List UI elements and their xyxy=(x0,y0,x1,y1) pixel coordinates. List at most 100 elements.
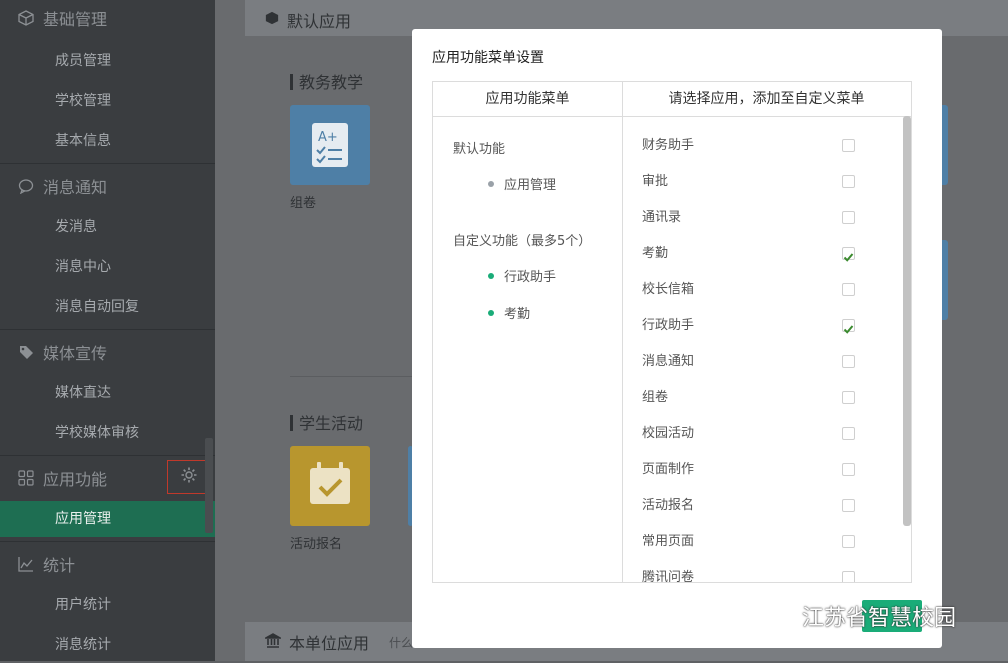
sidebar-item-user-stats[interactable]: 用户统计 xyxy=(0,587,215,623)
sidebar-divider xyxy=(0,329,215,330)
app-option-label: 页面制作 xyxy=(642,462,695,477)
calendar-check-icon xyxy=(290,462,370,530)
sidebar-group-label: 应用功能 xyxy=(43,470,108,489)
app-option-row[interactable]: 腾讯问卷 xyxy=(622,560,911,582)
menu-column: 应用功能菜单 默认功能 应用管理 自定义功能（最多5个） 行政助手 考勤 xyxy=(433,82,623,582)
sidebar: 基础管理 成员管理 学校管理 基本信息 消息通知 发消息 消息中心 消息自动回复… xyxy=(0,0,215,661)
app-option-checkbox[interactable] xyxy=(842,283,855,296)
svg-text:A+: A+ xyxy=(318,130,338,145)
app-option-label: 通讯录 xyxy=(642,210,682,225)
app-option-checkbox[interactable] xyxy=(842,571,855,582)
sidebar-scrollbar[interactable] xyxy=(205,438,213,533)
gear-icon xyxy=(180,466,198,488)
app-option-label: 组卷 xyxy=(642,390,669,405)
sidebar-item-media-review[interactable]: 学校媒体审核 xyxy=(0,415,215,451)
app-option-checkbox[interactable] xyxy=(842,427,855,440)
app-option-checkbox[interactable] xyxy=(842,319,855,334)
tile-exam-label: 组卷 xyxy=(290,196,317,211)
sidebar-divider xyxy=(0,541,215,542)
grid-icon xyxy=(18,470,34,486)
app-option-label: 校长信箱 xyxy=(642,282,695,297)
watermark: 江苏省智慧校园 xyxy=(760,600,956,632)
dialog-title: 应用功能菜单设置 xyxy=(432,50,544,66)
app-option-label: 活动报名 xyxy=(642,498,695,513)
cube-icon xyxy=(18,10,34,26)
sidebar-group-stats[interactable]: 统计 xyxy=(0,546,215,582)
default-functions-label: 默认功能 xyxy=(453,142,506,157)
tile-activity-signup[interactable] xyxy=(290,446,370,526)
app-option-row[interactable]: 考勤 xyxy=(622,236,911,272)
app-option-label: 财务助手 xyxy=(642,138,695,153)
app-option-row[interactable]: 消息通知 xyxy=(622,344,911,380)
sidebar-group-label: 统计 xyxy=(43,556,76,575)
sidebar-group-label: 基础管理 xyxy=(43,10,108,29)
sidebar-group-media[interactable]: 媒体宣传 xyxy=(0,334,215,370)
bullet-icon xyxy=(488,273,494,279)
section-divider xyxy=(290,376,412,377)
menu-column-header: 应用功能菜单 xyxy=(433,82,622,117)
sidebar-item-message-center[interactable]: 消息中心 xyxy=(0,249,215,285)
bullet-icon xyxy=(488,310,494,316)
menu-settings-table: 应用功能菜单 默认功能 应用管理 自定义功能（最多5个） 行政助手 考勤 请选择… xyxy=(432,81,912,583)
app-option-checkbox[interactable] xyxy=(842,175,855,188)
unit-apps-hint: 什么 xyxy=(389,636,414,650)
watermark-text: 江苏省智慧校园 xyxy=(802,606,957,631)
app-menu-settings-dialog: 应用功能菜单设置 应用功能菜单 默认功能 应用管理 自定义功能（最多5个） 行政… xyxy=(412,29,942,648)
sidebar-item-basic-info[interactable]: 基本信息 xyxy=(0,123,215,159)
app-option-label: 审批 xyxy=(642,174,669,189)
app-option-checkbox[interactable] xyxy=(842,535,855,548)
custom-function-item[interactable]: 考勤 xyxy=(504,303,530,322)
app-option-label: 行政助手 xyxy=(642,318,695,333)
app-option-checkbox[interactable] xyxy=(842,139,855,152)
default-apps-title: 默认应用 xyxy=(287,12,352,31)
sidebar-divider xyxy=(0,455,215,456)
bullet-icon xyxy=(488,181,494,187)
app-option-label: 腾讯问卷 xyxy=(642,570,695,582)
app-option-row[interactable]: 常用页面 xyxy=(622,524,911,560)
app-option-checkbox[interactable] xyxy=(842,355,855,368)
sidebar-item-school[interactable]: 学校管理 xyxy=(0,83,215,119)
sidebar-item-message-stats[interactable]: 消息统计 xyxy=(0,627,215,663)
app-option-row[interactable]: 财务助手 xyxy=(622,128,911,164)
app-option-row[interactable]: 活动报名 xyxy=(622,488,911,524)
wechat-icon xyxy=(760,600,796,632)
sidebar-item-app-management[interactable]: 应用管理 xyxy=(0,501,215,537)
app-option-checkbox[interactable] xyxy=(842,499,855,512)
app-option-row[interactable]: 行政助手 xyxy=(622,308,911,344)
tag-icon xyxy=(18,344,34,360)
sidebar-group-label: 媒体宣传 xyxy=(43,344,108,363)
sidebar-group-message[interactable]: 消息通知 xyxy=(0,168,215,204)
sidebar-item-members[interactable]: 成员管理 xyxy=(0,43,215,79)
sidebar-divider xyxy=(0,163,215,164)
app-option-checkbox[interactable] xyxy=(842,211,855,224)
app-list-scrollbar[interactable] xyxy=(903,116,911,526)
bank-icon xyxy=(262,633,284,653)
app-option-row[interactable]: 页面制作 xyxy=(622,452,911,488)
app-option-label: 常用页面 xyxy=(642,534,695,549)
app-option-row[interactable]: 校长信箱 xyxy=(622,272,911,308)
sidebar-item-send-message[interactable]: 发消息 xyxy=(0,209,215,245)
custom-functions-label: 自定义功能（最多5个） xyxy=(453,234,592,249)
sidebar-group-label: 消息通知 xyxy=(43,178,108,197)
chart-icon xyxy=(18,556,34,572)
sidebar-group-basic[interactable]: 基础管理 xyxy=(0,0,215,36)
app-option-checkbox[interactable] xyxy=(842,247,855,262)
chat-icon xyxy=(18,178,34,195)
unit-apps-title: 本单位应用 xyxy=(289,634,370,653)
app-select-header: 请选择应用，添加至自定义菜单 xyxy=(622,82,911,117)
exam-paper-icon: A+ xyxy=(290,123,370,189)
app-option-row[interactable]: 审批 xyxy=(622,164,911,200)
sidebar-item-auto-reply[interactable]: 消息自动回复 xyxy=(0,289,215,325)
app-option-row[interactable]: 组卷 xyxy=(622,380,911,416)
checkmark-icon xyxy=(843,325,854,334)
tile-exam[interactable]: A+ xyxy=(290,105,370,185)
section-teaching-title: 教务教学 xyxy=(290,69,363,93)
checkmark-icon xyxy=(843,253,854,262)
tile-activity-label: 活动报名 xyxy=(290,537,343,552)
app-option-row[interactable]: 通讯录 xyxy=(622,200,911,236)
sidebar-item-media-direct[interactable]: 媒体直达 xyxy=(0,375,215,411)
app-option-checkbox[interactable] xyxy=(842,391,855,404)
app-option-checkbox[interactable] xyxy=(842,463,855,476)
app-option-row[interactable]: 校园活动 xyxy=(622,416,911,452)
custom-function-item[interactable]: 行政助手 xyxy=(504,266,556,285)
